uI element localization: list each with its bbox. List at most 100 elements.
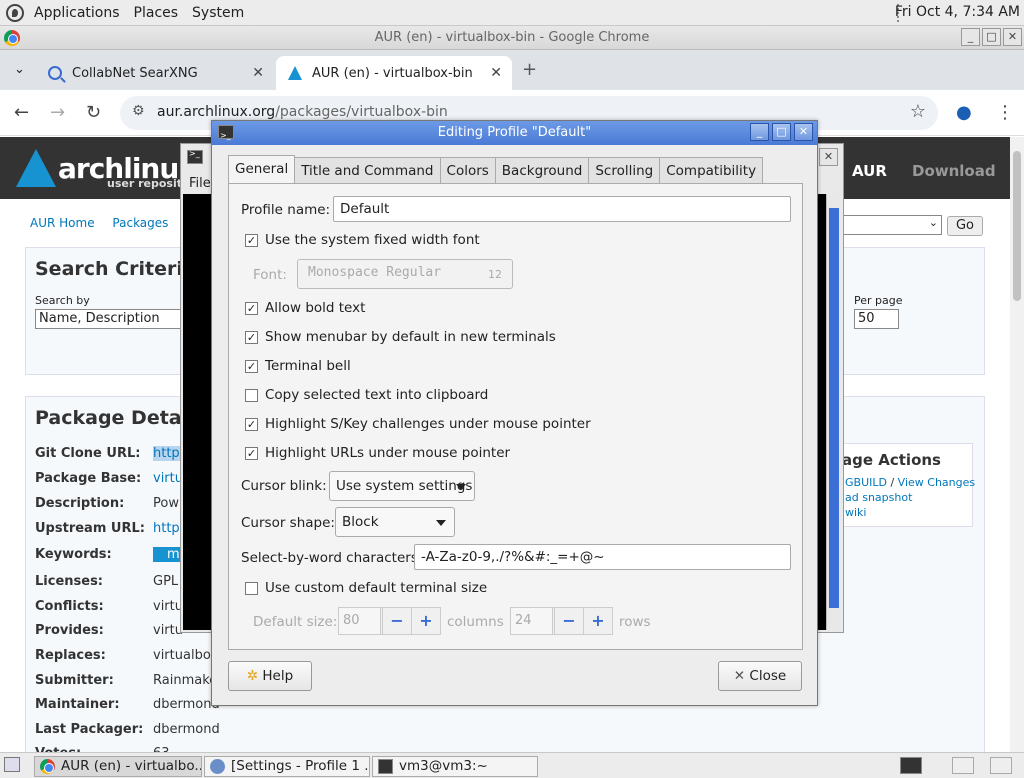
action-view-pkgbuild[interactable]: GBUILD / View Changes xyxy=(845,476,975,489)
terminal-file-menu[interactable]: File xyxy=(189,176,211,191)
profile-avatar-icon[interactable]: ● xyxy=(956,102,972,123)
columns-value[interactable]: 80 xyxy=(339,608,381,634)
close-window-button[interactable]: ✕ xyxy=(794,123,813,141)
subnav-aur-home[interactable]: AUR Home xyxy=(30,216,95,230)
detail-label: Maintainer: xyxy=(35,697,120,712)
subnav-packages[interactable]: Packages xyxy=(112,216,168,230)
terminal-close-button[interactable]: ✕ xyxy=(819,148,838,166)
show-desktop-icon[interactable] xyxy=(4,757,20,772)
places-menu[interactable]: Places xyxy=(130,5,183,21)
profile-name-input[interactable]: Default xyxy=(333,196,791,222)
tab-compatibility[interactable]: Compatibility xyxy=(659,157,764,184)
rows-value[interactable]: 24 xyxy=(511,608,553,634)
maximize-button[interactable]: □ xyxy=(772,123,791,141)
option-label: Allow bold text xyxy=(265,300,366,316)
option-checkbox[interactable]: ✓ xyxy=(245,418,258,431)
option-checkbox[interactable] xyxy=(245,389,258,402)
default-size-label: Default size: xyxy=(253,614,338,630)
detail-label: Last Packager: xyxy=(35,722,144,737)
cursor-shape-label: Cursor shape: xyxy=(241,515,335,531)
general-panel: Profile name: Default ✓ Use the system f… xyxy=(228,183,803,650)
option-checkbox[interactable]: ✓ xyxy=(245,302,258,315)
arch-logo-icon xyxy=(16,149,56,187)
cursor-blink-dropdown[interactable]: Use system settings xyxy=(329,471,475,501)
detail-value: virtu xyxy=(153,623,183,638)
scrollbar-thumb[interactable] xyxy=(829,208,839,608)
tab-aur[interactable]: AUR (en) - virtualbox-bin ✕ xyxy=(276,56,512,90)
tray-terminal-icon[interactable] xyxy=(900,757,922,774)
minus-icon[interactable]: − xyxy=(554,608,583,634)
detail-value: GPL xyxy=(153,574,179,589)
tab-general[interactable]: General xyxy=(228,155,296,184)
select-by-word-input[interactable]: -A-Za-z0-9,./?%&#:_=+@~ xyxy=(414,544,791,570)
tab-title-and-command[interactable]: Title and Command xyxy=(294,157,441,184)
tab-colors[interactable]: Colors xyxy=(439,157,496,184)
scrollbar-thumb[interactable] xyxy=(1013,151,1021,301)
tab-scrolling[interactable]: Scrolling xyxy=(588,157,661,184)
sort-select[interactable]: ⌄ xyxy=(840,215,942,235)
help-button[interactable]: ✲ Help xyxy=(228,661,312,691)
applications-menu[interactable]: Applications xyxy=(30,5,124,21)
nav-download[interactable]: Download xyxy=(912,162,996,180)
terminal-scrollbar[interactable] xyxy=(826,194,840,630)
nav-aur[interactable]: AUR xyxy=(852,162,887,180)
custom-size-checkbox[interactable] xyxy=(245,582,258,595)
dialog-titlebar[interactable]: Editing Profile "Default" _ □ ✕ xyxy=(212,121,817,148)
site-info-icon[interactable]: ⚙ xyxy=(132,103,145,119)
url-text[interactable]: aur.archlinux.org/packages/virtualbox-bi… xyxy=(157,104,448,120)
plus-icon[interactable]: + xyxy=(583,608,612,634)
back-arrow-icon[interactable]: ← xyxy=(14,102,29,123)
task-chrome[interactable]: AUR (en) - virtualbo... xyxy=(34,756,202,777)
close-tab-icon[interactable]: ✕ xyxy=(490,65,502,81)
columns-label: columns xyxy=(447,614,504,630)
action-download-snapshot[interactable]: ad snapshot xyxy=(845,491,912,504)
task-terminal[interactable]: vm3@vm3:~ xyxy=(372,756,538,777)
cursor-shape-dropdown[interactable]: Block xyxy=(335,507,455,537)
workspace-1[interactable] xyxy=(952,757,974,774)
package-actions-title: age Actions xyxy=(842,451,941,469)
clock[interactable]: Fri Oct 4, 7:34 AM xyxy=(895,4,1020,20)
tab-searxng[interactable]: CollabNet SearXNG ✕ xyxy=(36,56,274,90)
page-scrollbar[interactable] xyxy=(1010,137,1024,752)
option-checkbox[interactable]: ✓ xyxy=(245,331,258,344)
system-top-panel: Applications Places System Fri Oct 4, 7:… xyxy=(0,0,1024,26)
detail-label: Conflicts: xyxy=(35,599,104,614)
forward-arrow-icon[interactable]: → xyxy=(50,102,65,123)
use-system-font-checkbox[interactable]: ✓ xyxy=(245,234,258,247)
task-settings-profile[interactable]: [Settings - Profile 1 ... xyxy=(204,756,370,777)
minimize-button[interactable]: _ xyxy=(750,123,769,141)
gnome-foot-icon[interactable] xyxy=(6,3,24,22)
font-picker-button[interactable]: Monospace Regular 12 xyxy=(297,259,513,289)
dropdown-arrow-icon xyxy=(436,520,446,526)
rows-spinner[interactable]: 24 − + xyxy=(510,607,613,635)
option-label: Show menubar by default in new terminals xyxy=(265,329,556,345)
menu-kebab-icon[interactable]: ⋮ xyxy=(996,102,1014,123)
maximize-button[interactable]: □ xyxy=(982,28,1001,46)
system-menu[interactable]: System xyxy=(188,5,248,21)
close-window-button[interactable]: ✕ xyxy=(1003,28,1022,46)
minus-icon[interactable]: − xyxy=(382,608,411,634)
columns-spinner[interactable]: 80 − + xyxy=(338,607,441,635)
close-tab-icon[interactable]: ✕ xyxy=(252,65,264,81)
chrome-titlebar[interactable]: AUR (en) - virtualbox-bin - Google Chrom… xyxy=(0,26,1024,50)
tab-search-chevron-icon[interactable]: ⌄ xyxy=(14,62,25,77)
window-title: AUR (en) - virtualbox-bin - Google Chrom… xyxy=(374,30,650,45)
detail-value: dbermond xyxy=(153,697,220,712)
minimize-button[interactable]: _ xyxy=(961,28,980,46)
option-checkbox[interactable]: ✓ xyxy=(245,360,258,373)
plus-icon[interactable]: + xyxy=(411,608,440,634)
search-by-select[interactable]: Name, Description xyxy=(35,309,185,329)
search-criteria-title: Search Criteria xyxy=(35,258,196,280)
close-button[interactable]: ✕ Close xyxy=(718,661,802,691)
new-tab-plus-icon[interactable]: + xyxy=(522,59,537,80)
tab-background[interactable]: Background xyxy=(494,157,590,184)
per-page-select[interactable]: 50 xyxy=(854,309,899,329)
reload-icon[interactable]: ↻ xyxy=(86,102,101,123)
option-checkbox[interactable]: ✓ xyxy=(245,447,258,460)
terminal-icon xyxy=(378,759,393,774)
go-button[interactable]: Go xyxy=(947,216,983,236)
workspace-2[interactable] xyxy=(990,757,1012,774)
action-search-wiki[interactable]: wiki xyxy=(845,506,866,519)
bookmark-star-icon[interactable]: ☆ xyxy=(910,101,926,122)
detail-value[interactable]: virtu xyxy=(153,471,183,486)
